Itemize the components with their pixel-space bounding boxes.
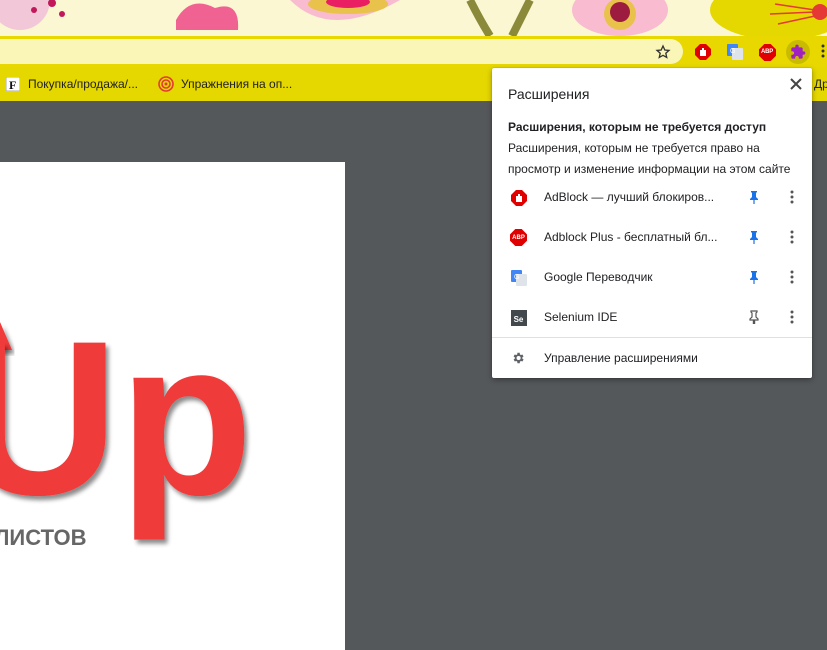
selenium-icon: Se	[510, 309, 527, 326]
extension-name: Adblock Plus - бесплатный бл...	[544, 230, 718, 244]
close-icon[interactable]	[787, 75, 805, 93]
more-options-icon[interactable]	[783, 268, 801, 286]
google-translate-icon: G	[510, 269, 527, 286]
more-options-icon[interactable]	[783, 188, 801, 206]
extension-item-selenium-ide[interactable]: Se Selenium IDE	[492, 297, 812, 337]
extension-name: Selenium IDE	[544, 310, 618, 324]
pin-outline-icon[interactable]	[745, 308, 763, 326]
bookmark-item-1[interactable]: F Покупка/продажа/...	[5, 75, 138, 93]
extension-name: Google Переводчик	[544, 270, 653, 284]
bookmarks-overflow-label: Др	[814, 77, 827, 91]
bookmark-item-2[interactable]: Упражнения на оп...	[158, 75, 292, 93]
pin-icon[interactable]	[745, 188, 763, 206]
adblock-icon	[510, 189, 527, 206]
star-icon[interactable]	[654, 43, 672, 61]
more-options-icon[interactable]	[783, 228, 801, 246]
theme-header-artwork	[0, 0, 827, 36]
adblock-icon[interactable]	[694, 43, 712, 61]
popup-subheading: Расширения, которым не требуется доступ	[508, 120, 767, 134]
logo-graphic: Up ЛИСТОВ	[0, 295, 253, 550]
adblock-plus-icon[interactable]: ABP	[758, 43, 776, 61]
flower-pattern	[0, 0, 827, 36]
adblock-plus-badge-text: ABP	[512, 234, 525, 241]
popup-description: Расширения, которым не требуется право н…	[508, 141, 791, 176]
more-options-icon[interactable]	[783, 308, 801, 326]
extension-item-adblock[interactable]: AdBlock — лучший блокиров...	[492, 177, 812, 217]
browser-menu-icon[interactable]	[818, 42, 827, 60]
logo-subtext: ЛИСТОВ	[0, 525, 86, 550]
f-letter-icon: F	[5, 76, 21, 92]
bookmarks-overflow[interactable]: Др	[814, 75, 827, 93]
pin-icon[interactable]	[745, 228, 763, 246]
google-translate-icon[interactable]: G	[726, 43, 744, 61]
extension-item-google-translate[interactable]: G Google Переводчик	[492, 257, 812, 297]
svg-text:G: G	[730, 48, 735, 55]
bookmark-label: Упражнения на оп...	[181, 77, 293, 91]
address-bar[interactable]	[0, 39, 683, 64]
svg-text:G: G	[514, 274, 519, 281]
popup-title: Расширения	[508, 86, 590, 102]
gear-icon	[510, 350, 526, 366]
pin-icon[interactable]	[745, 268, 763, 286]
extensions-popup: Расширения Расширения, которым не требуе…	[492, 68, 812, 378]
adblock-plus-badge-text: ABP	[760, 49, 774, 55]
manage-extensions-button[interactable]: Управление расширениями	[492, 340, 812, 376]
target-icon	[158, 76, 174, 92]
divider	[492, 337, 812, 338]
extensions-puzzle-icon[interactable]	[786, 40, 810, 64]
svg-text:F: F	[9, 78, 16, 91]
adblock-plus-icon: ABP	[510, 229, 527, 246]
manage-extensions-label: Управление расширениями	[544, 351, 698, 365]
bookmark-label: Покупка/продажа/...	[28, 77, 138, 91]
extension-name: AdBlock — лучший блокиров...	[544, 190, 715, 204]
extension-item-adblock-plus[interactable]: ABP Adblock Plus - бесплатный бл...	[492, 217, 812, 257]
page-sheet: Up ЛИСТОВ	[0, 162, 345, 650]
logo-text: Up	[0, 295, 253, 541]
selenium-badge-text: Se	[513, 315, 524, 324]
